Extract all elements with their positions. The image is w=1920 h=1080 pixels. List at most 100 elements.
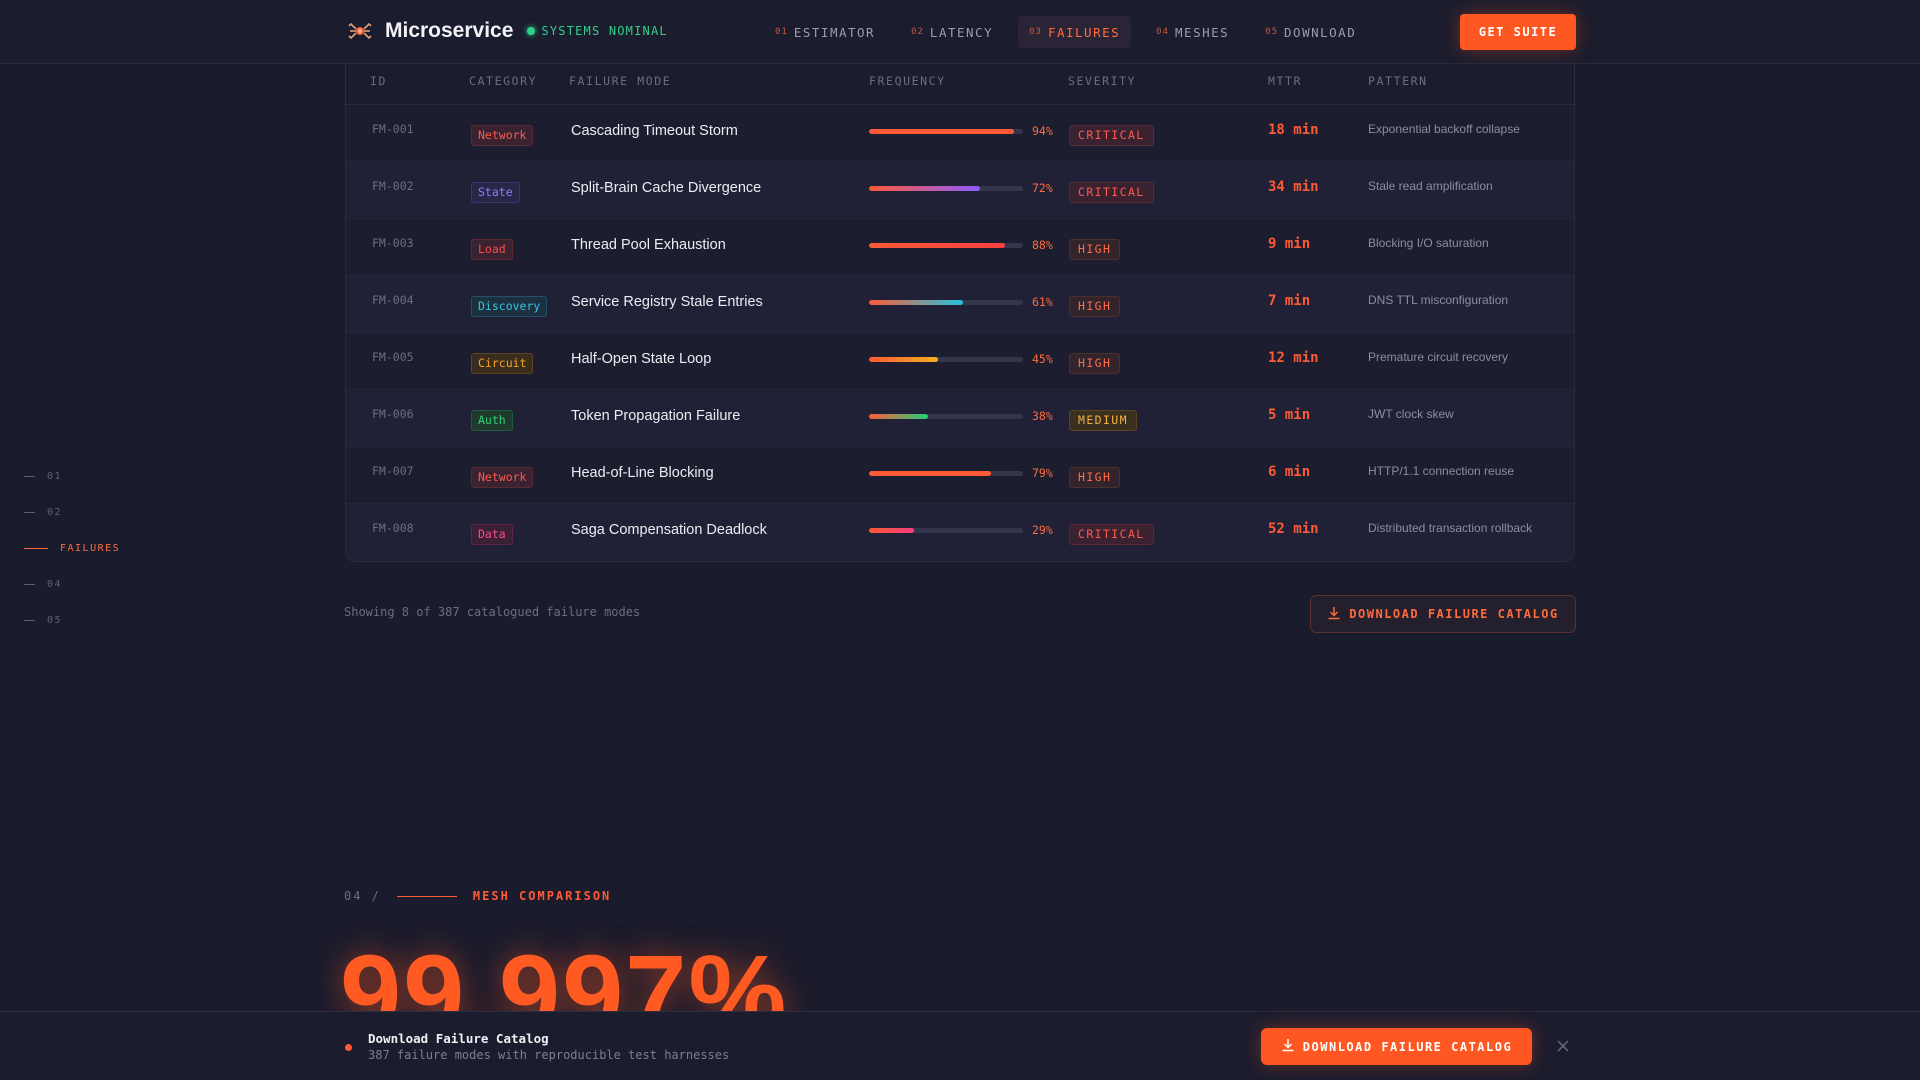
- frequency-percent: 79%: [1032, 466, 1053, 480]
- mttr-value: 12 min: [1268, 350, 1319, 366]
- pattern-text: Blocking I/O saturation: [1368, 236, 1489, 250]
- frequency-bar-fill: [869, 128, 1014, 134]
- table-row[interactable]: FM-007 Network Head-of-Line Blocking 79%…: [346, 447, 1574, 504]
- sidenav-label: 05: [47, 614, 63, 626]
- column-header-failure-mode: FAILURE MODE: [569, 74, 672, 88]
- frequency: 94%: [869, 124, 1053, 138]
- sidenav-item-02[interactable]: 02: [24, 494, 120, 530]
- category-badge: Discovery: [471, 296, 548, 317]
- nav-label: ESTIMATOR: [793, 24, 876, 40]
- pattern-text: Distributed transaction rollback: [1368, 521, 1533, 535]
- column-header-id: ID: [370, 74, 388, 88]
- status-dot-icon: [527, 27, 536, 35]
- nav-latency[interactable]: 02 LATENCY: [900, 16, 1004, 48]
- frequency-bar-fill: [869, 356, 939, 362]
- banner-download-button[interactable]: DOWNLOAD FAILURE CATALOG: [1261, 1028, 1532, 1065]
- frequency-bar: [869, 242, 1023, 248]
- nav-num: 04: [1156, 27, 1170, 37]
- get-suite-button[interactable]: GET SUITE: [1460, 14, 1576, 50]
- sidenav-line: [24, 547, 48, 549]
- frequency-bar: [869, 128, 1023, 134]
- nav-label: FAILURES: [1047, 24, 1121, 40]
- sidenav-item-04[interactable]: 04: [24, 566, 120, 602]
- download-catalog-button[interactable]: DOWNLOAD FAILURE CATALOG: [1310, 595, 1576, 633]
- sidenav-item-05[interactable]: 05: [24, 602, 120, 638]
- mttr-value: 18 min: [1268, 122, 1319, 138]
- nav-estimator[interactable]: 01 ESTIMATOR: [764, 16, 886, 48]
- failure-mode: Token Propagation Failure: [571, 408, 741, 424]
- nav-failures[interactable]: 03 FAILURES: [1018, 16, 1132, 48]
- frequency: 45%: [869, 352, 1053, 366]
- nav-num: 03: [1029, 27, 1042, 37]
- nav-download[interactable]: 05 DOWNLOAD: [1254, 16, 1367, 48]
- pattern-text: Premature circuit recovery: [1368, 350, 1509, 364]
- banner-dot-icon: [345, 1044, 352, 1051]
- table-row[interactable]: FM-004 Discovery Service Registry Stale …: [346, 276, 1574, 333]
- main-nav: 01 ESTIMATOR 02 LATENCY 03 FAILURES 04 M…: [764, 16, 1381, 48]
- brand[interactable]: Microservice SYSTEMS NOMINAL: [347, 18, 668, 44]
- frequency-percent: 88%: [1032, 238, 1053, 252]
- row-id: FM-008: [372, 521, 414, 535]
- frequency: 61%: [869, 295, 1053, 309]
- sidenav-item-failures[interactable]: FAILURES: [24, 530, 120, 566]
- status-text: SYSTEMS NOMINAL: [541, 24, 668, 38]
- severity-badge: CRITICAL: [1069, 125, 1154, 146]
- frequency: 88%: [869, 238, 1053, 252]
- table-row[interactable]: FM-002 State Split-Brain Cache Divergenc…: [346, 162, 1574, 219]
- category-badge: Load: [471, 239, 513, 260]
- frequency-percent: 45%: [1032, 352, 1053, 366]
- download-icon: [1327, 606, 1341, 623]
- sidenav-item-01[interactable]: 01: [24, 458, 120, 494]
- top-header: Microservice SYSTEMS NOMINAL 01 ESTIMATO…: [0, 0, 1920, 64]
- sidenav-label: 01: [47, 470, 63, 482]
- section-divider: [396, 895, 457, 897]
- frequency-bar-fill: [869, 185, 980, 191]
- section-number: 04 /: [344, 889, 381, 903]
- column-header-frequency: FREQUENCY: [869, 74, 946, 88]
- severity-badge: CRITICAL: [1069, 182, 1154, 203]
- severity-badge: MEDIUM: [1069, 410, 1137, 431]
- table-row[interactable]: FM-006 Auth Token Propagation Failure 38…: [346, 390, 1574, 447]
- failure-table: ID CATEGORY FAILURE MODE FREQUENCY SEVER…: [345, 64, 1575, 562]
- row-id: FM-002: [372, 179, 414, 193]
- frequency-percent: 38%: [1032, 409, 1053, 423]
- frequency-bar-fill: [869, 299, 963, 305]
- table-row[interactable]: FM-001 Network Cascading Timeout Storm 9…: [346, 105, 1574, 162]
- brand-name: Microservice: [385, 19, 514, 42]
- table-row[interactable]: FM-003 Load Thread Pool Exhaustion 88% H…: [346, 219, 1574, 276]
- frequency-bar: [869, 299, 1023, 305]
- failure-mode: Saga Compensation Deadlock: [571, 522, 767, 538]
- failure-mode: Cascading Timeout Storm: [571, 123, 738, 139]
- frequency-bar-fill: [869, 413, 928, 419]
- table-body: FM-001 Network Cascading Timeout Storm 9…: [346, 105, 1574, 561]
- table-row[interactable]: FM-005 Circuit Half-Open State Loop 45% …: [346, 333, 1574, 390]
- row-id: FM-007: [372, 464, 414, 478]
- frequency-bar: [869, 356, 1023, 362]
- severity-badge: CRITICAL: [1069, 524, 1154, 545]
- row-id: FM-001: [372, 122, 414, 136]
- table-header: ID CATEGORY FAILURE MODE FREQUENCY SEVER…: [346, 64, 1574, 105]
- failure-mode: Thread Pool Exhaustion: [571, 237, 726, 253]
- sidenav-label: 04: [47, 578, 63, 590]
- row-id: FM-003: [372, 236, 414, 250]
- category-badge: Data: [471, 524, 513, 545]
- severity-badge: HIGH: [1069, 467, 1121, 488]
- mttr-value: 52 min: [1268, 521, 1319, 537]
- frequency-percent: 29%: [1032, 523, 1053, 537]
- category-badge: Auth: [471, 410, 513, 431]
- severity-badge: HIGH: [1069, 296, 1121, 317]
- close-icon[interactable]: [1551, 1034, 1575, 1058]
- frequency-percent: 94%: [1032, 124, 1053, 138]
- failure-mode: Half-Open State Loop: [571, 351, 712, 367]
- table-row[interactable]: FM-008 Data Saga Compensation Deadlock 2…: [346, 504, 1574, 561]
- category-badge: State: [471, 182, 520, 203]
- mttr-value: 6 min: [1268, 464, 1311, 480]
- frequency-bar: [869, 413, 1023, 419]
- showing-count: Showing 8 of 387 catalogued failure mode…: [344, 605, 641, 619]
- nav-meshes[interactable]: 04 MESHES: [1145, 16, 1240, 48]
- pattern-text: JWT clock skew: [1368, 407, 1454, 421]
- section-label: 04 / MESH COMPARISON: [344, 889, 611, 903]
- category-badge: Network: [471, 125, 534, 146]
- frequency-percent: 72%: [1032, 181, 1053, 195]
- nav-label: MESHES: [1175, 24, 1230, 40]
